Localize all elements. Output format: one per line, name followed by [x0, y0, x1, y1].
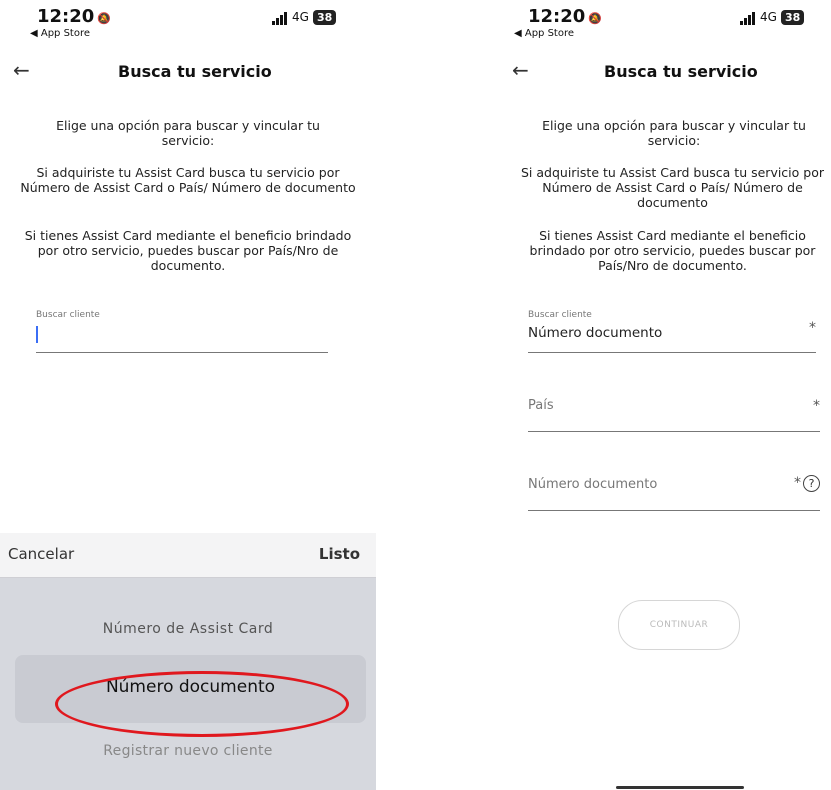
- back-arrow-icon[interactable]: ←: [13, 58, 30, 82]
- search-client-value: Número documento: [528, 325, 663, 341]
- country-field[interactable]: País *: [528, 398, 820, 432]
- required-asterisk: *: [809, 320, 816, 336]
- document-number-field[interactable]: Número documento *?: [528, 475, 820, 511]
- search-client-field[interactable]: Buscar cliente: [36, 310, 328, 353]
- page-title: Busca tu servicio: [118, 62, 272, 81]
- text-cursor: [36, 320, 328, 347]
- silent-bell-icon: 🔕: [588, 12, 602, 25]
- page-header: ← Busca tu servicio: [494, 58, 831, 88]
- done-button[interactable]: Listo: [319, 545, 360, 563]
- option-picker: Cancelar Listo Número de Assist Card Núm…: [0, 533, 376, 790]
- continue-button[interactable]: CONTINUAR: [618, 600, 740, 650]
- required-asterisk: *: [813, 398, 820, 414]
- signal-bars-icon: [740, 10, 756, 25]
- battery-icon: 38: [780, 10, 805, 25]
- page-header: ← Busca tu servicio: [0, 58, 376, 88]
- required-and-help: *?: [794, 475, 820, 492]
- signal-indicator: 4G 38: [740, 10, 805, 25]
- home-indicator: [616, 786, 744, 789]
- search-client-label: Buscar cliente: [36, 310, 100, 320]
- search-client-label: Buscar cliente: [528, 310, 592, 320]
- country-placeholder: País: [528, 398, 554, 413]
- right-phone-screen: 12:20 🔕 ◀ App Store 4G 38 ← Busca tu servi…: [494, 0, 831, 790]
- help-question-icon[interactable]: ?: [803, 475, 820, 492]
- back-arrow-icon[interactable]: ←: [512, 58, 529, 82]
- signal-indicator: 4G 38: [272, 10, 337, 25]
- intro-paragraph-3: Si tienes Assist Card mediante el benefi…: [529, 228, 816, 273]
- intro-paragraph-3: Si tienes Assist Card mediante el benefi…: [24, 228, 352, 273]
- signal-bars-icon: [272, 10, 288, 25]
- clock: 12:20 🔕: [528, 6, 602, 27]
- search-client-select[interactable]: Buscar cliente Número documento *: [528, 310, 816, 353]
- picker-option-assist-card[interactable]: Número de Assist Card: [0, 621, 376, 637]
- silent-bell-icon: 🔕: [97, 12, 111, 25]
- page-title: Busca tu servicio: [604, 62, 758, 81]
- required-asterisk: *: [794, 475, 801, 491]
- intro-paragraph-2: Si adquiriste tu Assist Card busca tu se…: [520, 165, 824, 210]
- document-number-placeholder: Número documento: [528, 477, 658, 492]
- status-bar: 12:20 🔕 ◀ App Store 4G 38: [494, 0, 831, 44]
- back-to-app-store[interactable]: ◀ App Store: [514, 28, 574, 39]
- battery-icon: 38: [312, 10, 337, 25]
- red-highlight-ellipse: [55, 671, 349, 737]
- intro-paragraph-2: Si adquiriste tu Assist Card busca tu se…: [20, 165, 356, 195]
- clock: 12:20 🔕: [37, 6, 111, 27]
- picker-option-register-client[interactable]: Registrar nuevo cliente: [0, 743, 376, 759]
- picker-toolbar: Cancelar Listo: [0, 533, 376, 578]
- intro-paragraph-1: Elige una opción para buscar y vincular …: [56, 118, 320, 148]
- status-bar: 12:20 🔕 ◀ App Store 4G 38: [0, 0, 376, 44]
- left-phone-screen: 12:20 🔕 ◀ App Store 4G 38 ← Busca tu servi…: [0, 0, 376, 790]
- back-to-app-store[interactable]: ◀ App Store: [30, 28, 90, 39]
- cancel-button[interactable]: Cancelar: [8, 545, 74, 563]
- intro-paragraph-1: Elige una opción para buscar y vincular …: [542, 118, 806, 148]
